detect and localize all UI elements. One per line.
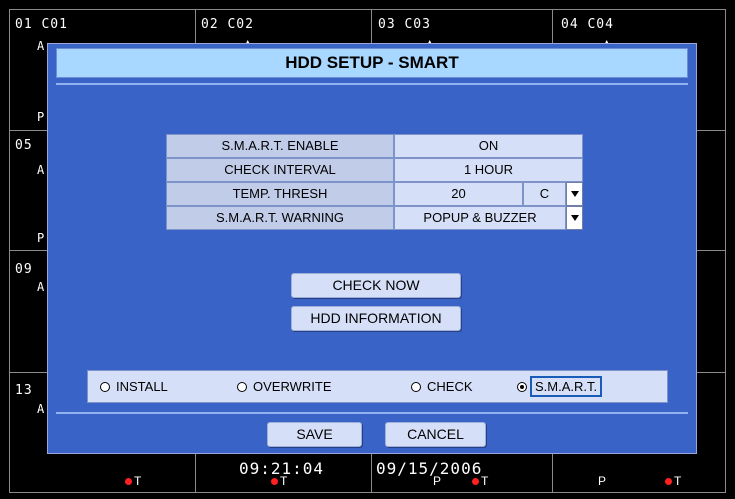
grid-divider	[371, 453, 372, 493]
grid-divider	[9, 372, 47, 373]
channel-mode-letter: A	[37, 163, 45, 177]
record-dot-icon	[665, 478, 672, 486]
temp-unit-dropdown-icon[interactable]	[566, 182, 583, 206]
camera-label-04: 04 C04	[561, 17, 614, 32]
status-mark: P	[598, 474, 607, 488]
channel-mode-letter: P	[37, 231, 45, 245]
grid-divider	[552, 453, 553, 493]
temp-unit-value[interactable]: C	[523, 182, 566, 206]
hdd-setup-dialog: HDD SETUP - SMART S.M.A.R.T. ENABLE ON C…	[47, 43, 697, 454]
smart-enable-label: S.M.A.R.T. ENABLE	[166, 134, 394, 158]
grid-divider	[9, 130, 47, 131]
record-dot-icon	[271, 478, 278, 486]
temp-thresh-label: TEMP. THRESH	[166, 182, 394, 206]
grid-divider	[697, 250, 726, 251]
mode-install[interactable]: INSTALL	[100, 371, 168, 402]
cancel-button[interactable]: CANCEL	[385, 422, 486, 447]
check-interval-value[interactable]: 1 HOUR	[394, 158, 583, 182]
smart-warning-label: S.M.A.R.T. WARNING	[166, 206, 394, 230]
channel-mode-letter: A	[37, 402, 45, 416]
grid-divider	[697, 372, 726, 373]
grid-divider	[697, 130, 726, 131]
record-indicator: T	[665, 474, 681, 488]
radio-icon	[237, 381, 247, 392]
mode-smart[interactable]: S.M.A.R.T.	[517, 371, 603, 402]
temp-thresh-value[interactable]: 20	[394, 182, 523, 206]
radio-icon	[100, 381, 110, 392]
channel-mode-letter: A	[37, 280, 45, 294]
camera-label-01: 01 C01	[15, 17, 68, 32]
smart-enable-value[interactable]: ON	[394, 134, 583, 158]
camera-label-03: 03 C03	[378, 17, 431, 32]
check-now-button[interactable]: CHECK NOW	[291, 273, 461, 298]
radio-selected-icon	[517, 381, 527, 392]
dialog-title: HDD SETUP - SMART	[56, 48, 688, 78]
record-dot-icon	[125, 478, 132, 486]
camera-label-09: 09	[15, 262, 33, 277]
clock-date: 09/15/2006	[376, 459, 483, 478]
title-divider	[56, 83, 688, 85]
smart-warning-dropdown-icon[interactable]	[566, 206, 583, 230]
hdd-information-button[interactable]: HDD INFORMATION	[291, 306, 461, 331]
record-indicator: T	[125, 474, 141, 488]
mode-selector: INSTALL OVERWRITE CHECK S.M.A.R.T.	[87, 370, 668, 403]
camera-label-05: 05	[15, 138, 33, 153]
grid-divider	[195, 453, 196, 493]
camera-label-02: 02 C02	[201, 17, 254, 32]
smart-warning-value[interactable]: POPUP & BUZZER	[394, 206, 566, 230]
clock-time: 09:21:04	[239, 459, 325, 478]
radio-icon	[411, 381, 421, 392]
check-interval-label: CHECK INTERVAL	[166, 158, 394, 182]
mode-check[interactable]: CHECK	[411, 371, 473, 402]
camera-label-13: 13	[15, 383, 33, 398]
save-button[interactable]: SAVE	[267, 422, 362, 447]
grid-divider	[9, 250, 47, 251]
channel-mode-letter: A	[37, 39, 45, 53]
channel-mode-letter: P	[37, 110, 45, 124]
mode-overwrite[interactable]: OVERWRITE	[237, 371, 332, 402]
footer-divider	[56, 412, 688, 414]
record-dot-icon	[472, 478, 479, 486]
